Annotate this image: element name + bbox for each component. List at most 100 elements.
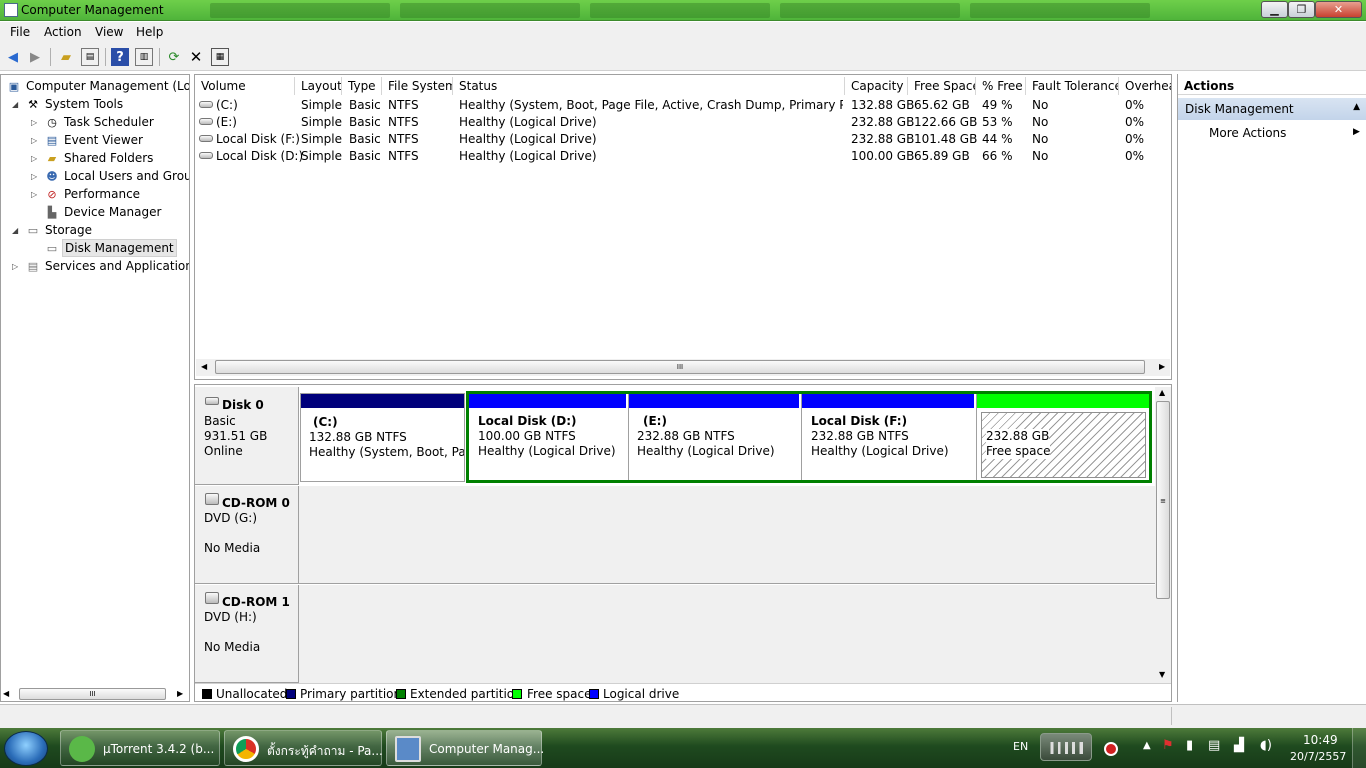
clock-time[interactable]: 10:49	[1303, 733, 1338, 747]
scroll-left-arrow-icon[interactable]: ◀	[201, 362, 207, 371]
column-header-layout[interactable]: Layout	[295, 77, 342, 95]
delete-icon[interactable]: ✕	[187, 48, 205, 66]
table-row[interactable]: Local Disk (D:) Simple Basic NTFS Health…	[195, 147, 1171, 164]
tree-item-computer-management[interactable]: Computer Management (Local	[26, 78, 189, 94]
collapse-arrow-icon[interactable]: ▷	[31, 172, 37, 181]
menu-view[interactable]: View	[95, 25, 123, 39]
network-icon[interactable]: ▟	[1234, 738, 1244, 753]
scroll-thumb[interactable]: ≡	[1156, 401, 1170, 599]
disk-0-label[interactable]: Disk 0 Basic 931.51 GB Online	[195, 387, 299, 485]
taskbar-item-computer-management[interactable]: Computer Manag...	[386, 730, 544, 766]
menu-help[interactable]: Help	[136, 25, 163, 39]
forward-arrow-icon[interactable]: ▶	[26, 48, 44, 66]
expand-arrow-icon[interactable]: ◢	[12, 100, 18, 109]
no-entry-icon[interactable]	[1104, 742, 1118, 756]
scroll-up-arrow-icon[interactable]: ▲	[1159, 388, 1165, 397]
tree-item-device-manager[interactable]: Device Manager	[64, 204, 161, 220]
taskbar-item-chrome[interactable]: ตั้งกระทู้คำถาม - Pa...	[224, 730, 383, 766]
column-header-status[interactable]: Status	[453, 77, 845, 95]
tree-item-local-users[interactable]: Local Users and Groups	[64, 168, 189, 184]
tree-item-system-tools[interactable]: System Tools	[45, 96, 123, 112]
properties-icon[interactable]: ▦	[211, 48, 229, 66]
show-desktop-button[interactable]	[1352, 728, 1366, 768]
disk-view-vertical-scrollbar[interactable]: ▲ ≡ ▼	[1155, 387, 1171, 683]
close-button[interactable]: ✕	[1315, 1, 1362, 18]
column-header-overhead[interactable]: Overhea	[1119, 77, 1171, 95]
scroll-down-arrow-icon[interactable]: ▼	[1159, 670, 1165, 679]
scroll-right-arrow-icon[interactable]: ▶	[1159, 362, 1165, 371]
start-button[interactable]	[4, 731, 48, 766]
table-row[interactable]: Local Disk (F:) Simple Basic NTFS Health…	[195, 130, 1171, 147]
column-header-free-space[interactable]: Free Space	[908, 77, 976, 95]
maximize-button[interactable]: ❐	[1288, 1, 1315, 18]
expand-arrow-icon[interactable]: ◢	[12, 226, 18, 235]
column-header-percent-free[interactable]: % Free	[976, 77, 1026, 95]
more-actions-link[interactable]: More Actions	[1209, 126, 1286, 140]
collapse-arrow-icon[interactable]: ▷	[31, 136, 37, 145]
column-header-type[interactable]: Type	[342, 77, 382, 95]
partition-c[interactable]: (C:) 132.88 GB NTFS Healthy (System, Boo…	[300, 393, 465, 482]
refresh-icon[interactable]: ⟳	[165, 48, 183, 66]
device-icon[interactable]: ▮	[1186, 738, 1193, 753]
cdrom-1-area[interactable]	[299, 585, 1155, 683]
column-header-capacity[interactable]: Capacity	[845, 77, 908, 95]
up-folder-icon[interactable]: ▰	[57, 48, 75, 66]
server-icon[interactable]: ▤	[1208, 738, 1220, 753]
submenu-arrow-icon[interactable]: ▶	[1353, 127, 1360, 137]
back-arrow-icon[interactable]: ◀	[4, 48, 22, 66]
partition-f[interactable]: Local Disk (F:) 232.88 GB NTFS Healthy (…	[801, 394, 974, 480]
tree-item-storage[interactable]: Storage	[45, 222, 92, 238]
tree-horizontal-scrollbar[interactable]: ◀ III ▶	[3, 687, 187, 701]
tree-item-services-and-applications[interactable]: Services and Applications	[45, 258, 189, 274]
actions-section-disk-management[interactable]: Disk Management ▲	[1178, 98, 1366, 120]
collapse-arrow-icon[interactable]: ▷	[12, 262, 18, 271]
tree-item-event-viewer[interactable]: Event Viewer	[64, 132, 143, 148]
volume-list-horizontal-scrollbar[interactable]: ◀ III ▶	[196, 359, 1170, 376]
flag-icon[interactable]: ⚑	[1162, 738, 1174, 753]
scroll-right-arrow-icon[interactable]: ▶	[177, 689, 183, 698]
volume-icon[interactable]: ◖)	[1260, 738, 1272, 753]
language-bar[interactable]	[1040, 733, 1092, 761]
scroll-thumb[interactable]: III	[19, 688, 166, 700]
menu-action[interactable]: Action	[44, 25, 82, 39]
tree-item-shared-folders[interactable]: Shared Folders	[64, 150, 153, 166]
collapse-arrow-icon[interactable]: ▷	[31, 154, 37, 163]
cdrom-0-area[interactable]	[299, 486, 1155, 584]
clock-date[interactable]: 20/7/2557	[1290, 750, 1346, 763]
column-header-file-system[interactable]: File System	[382, 77, 453, 95]
status-bar-divider	[1171, 707, 1172, 725]
collapse-arrow-icon[interactable]: ▷	[31, 190, 37, 199]
taskbar-item-utorrent[interactable]: µTorrent 3.4.2 (b...	[60, 730, 220, 766]
partition-e[interactable]: (E:) 232.88 GB NTFS Healthy (Logical Dri…	[628, 394, 799, 480]
cell-file-system: NTFS	[388, 115, 419, 129]
show-hidden-icons-icon[interactable]: ▲	[1143, 740, 1151, 751]
column-header-fault-tolerance[interactable]: Fault Tolerance	[1026, 77, 1119, 95]
partition-d[interactable]: Local Disk (D:) 100.00 GB NTFS Healthy (…	[469, 394, 626, 480]
tree-item-disk-management[interactable]: Disk Management	[62, 239, 177, 257]
partition-size: 132.88 GB NTFS	[309, 430, 407, 444]
scroll-thumb[interactable]: III	[215, 360, 1145, 374]
cell-fault-tolerance: No	[1032, 115, 1049, 129]
table-row[interactable]: (C:) Simple Basic NTFS Healthy (System, …	[195, 96, 1171, 113]
partition-free-space[interactable]: 232.88 GB Free space	[976, 394, 1149, 480]
cdrom-1-label[interactable]: CD-ROM 1 DVD (H:) No Media	[195, 585, 299, 683]
tree-item-performance[interactable]: Performance	[64, 186, 140, 202]
scroll-left-arrow-icon[interactable]: ◀	[3, 689, 9, 698]
show-hide-action-pane-icon[interactable]: ▥	[135, 48, 153, 66]
collapse-up-icon[interactable]: ▲	[1353, 102, 1360, 112]
partition-status: Healthy (Logical Drive)	[637, 444, 775, 458]
menu-file[interactable]: File	[10, 25, 30, 39]
help-icon[interactable]: ?	[111, 48, 129, 66]
show-hide-tree-icon[interactable]: ▤	[81, 48, 99, 66]
minimize-button[interactable]: ▁	[1261, 1, 1288, 18]
table-row[interactable]: (E:) Simple Basic NTFS Healthy (Logical …	[195, 113, 1171, 130]
collapse-arrow-icon[interactable]: ▷	[31, 118, 37, 127]
cell-fault-tolerance: No	[1032, 98, 1049, 112]
partition-size: 232.88 GB	[986, 429, 1050, 444]
cdrom-0-label[interactable]: CD-ROM 0 DVD (G:) No Media	[195, 486, 299, 584]
column-header-volume[interactable]: Volume	[195, 77, 295, 95]
cell-volume: Local Disk (F:)	[216, 132, 300, 146]
tree-item-task-scheduler[interactable]: Task Scheduler	[64, 114, 154, 130]
language-indicator[interactable]: EN	[1013, 740, 1028, 753]
chrome-icon	[233, 736, 259, 762]
